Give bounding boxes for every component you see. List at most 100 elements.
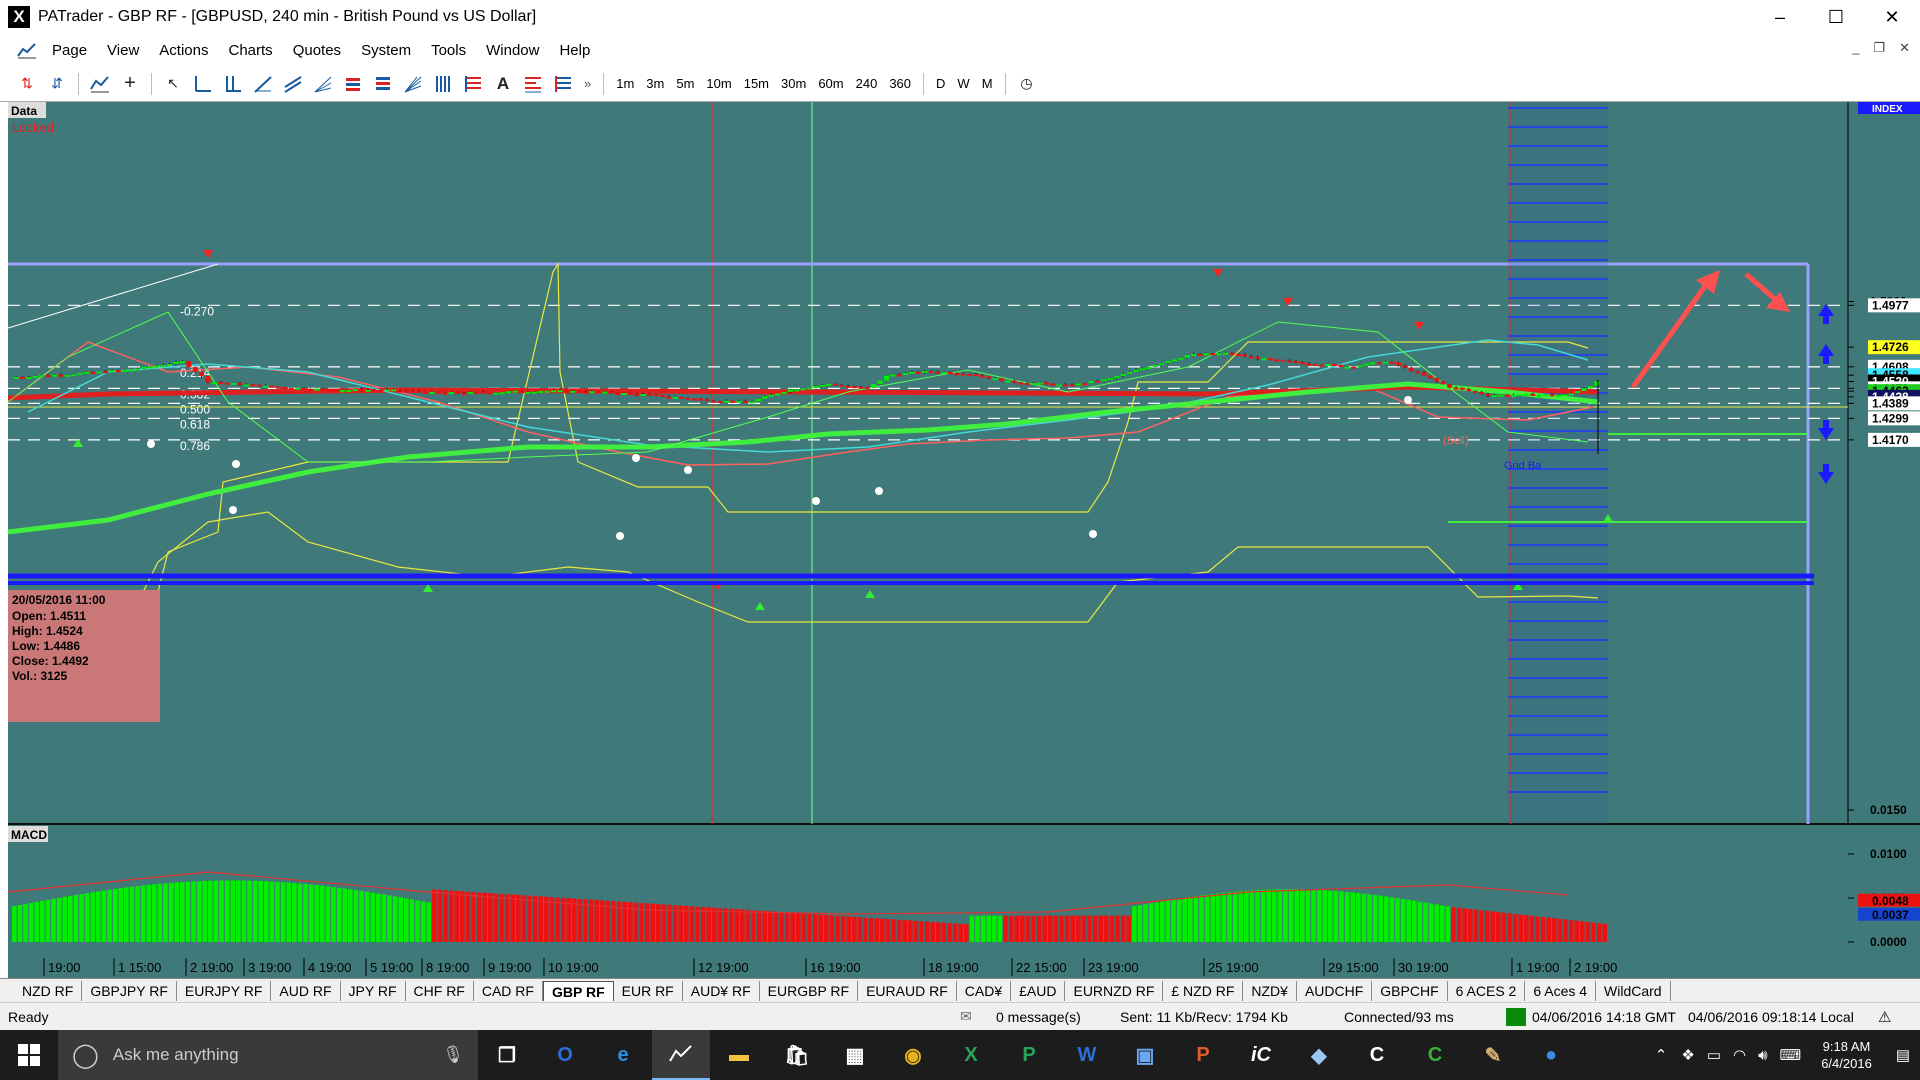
timeframe-1m[interactable]: 1m	[610, 76, 640, 91]
macd-bar[interactable]	[454, 890, 459, 942]
calculator-icon[interactable]: ▦	[826, 1030, 884, 1080]
macd-bar[interactable]	[1568, 920, 1574, 942]
candle[interactable]	[999, 377, 1005, 382]
macd-bar[interactable]	[544, 896, 549, 942]
macd-bar[interactable]	[969, 915, 975, 942]
macd-bar[interactable]	[1031, 915, 1036, 942]
macd-bar[interactable]	[1188, 897, 1193, 942]
macd-bar[interactable]	[1344, 891, 1350, 942]
macd-bar[interactable]	[751, 910, 756, 942]
macd-bar[interactable]	[1300, 889, 1305, 942]
candle[interactable]	[512, 390, 518, 393]
macd-bar[interactable]	[471, 892, 476, 942]
project-icon[interactable]: P	[1000, 1030, 1058, 1080]
chart-svg[interactable]: Data Locked INDEX -0.2700.2140.3820.5000…	[7, 102, 1920, 978]
candle[interactable]	[1370, 362, 1376, 365]
pitchfork-icon[interactable]	[520, 71, 546, 97]
timeframe-30m[interactable]: 30m	[775, 76, 812, 91]
timeframe-5m[interactable]: 5m	[670, 76, 700, 91]
macd-bar[interactable]	[264, 881, 269, 942]
symbol-tab[interactable]: NZD¥	[1243, 980, 1297, 1001]
symbol-tab[interactable]: CAD¥	[957, 980, 1012, 1001]
macd-bar[interactable]	[1496, 912, 1501, 942]
candle[interactable]	[595, 390, 601, 394]
macd-bar[interactable]	[538, 896, 543, 942]
macd-bar[interactable]	[1468, 909, 1473, 942]
macd-bar[interactable]	[1182, 897, 1187, 942]
macd-bar[interactable]	[448, 890, 454, 942]
macd-bar[interactable]	[577, 898, 583, 942]
macd-bar[interactable]	[415, 900, 420, 942]
macd-bar[interactable]	[34, 901, 39, 942]
macd-bar[interactable]	[863, 917, 868, 942]
marker-dot[interactable]	[875, 487, 883, 495]
macd-bar[interactable]	[829, 915, 835, 942]
macd-bar[interactable]	[308, 884, 314, 942]
macd-bar[interactable]	[952, 923, 958, 942]
macd-bar[interactable]	[168, 882, 174, 942]
macd-bar[interactable]	[202, 880, 207, 942]
marker-dot[interactable]	[632, 454, 640, 462]
macd-bar[interactable]	[1428, 903, 1434, 942]
macd-bar[interactable]	[269, 881, 275, 942]
macd-bar[interactable]	[1109, 915, 1115, 942]
macd-bar[interactable]	[465, 891, 471, 942]
candle[interactable]	[1523, 393, 1529, 396]
macd-bar[interactable]	[1064, 915, 1070, 942]
macd-bar[interactable]	[275, 881, 280, 942]
macd-bar[interactable]	[812, 914, 818, 942]
macd-bar[interactable]	[1400, 898, 1406, 942]
candle[interactable]	[1498, 394, 1504, 397]
mail-icon[interactable]: ✉	[960, 1008, 996, 1025]
macd-bar[interactable]	[1260, 889, 1266, 942]
macd-bar[interactable]	[1288, 889, 1294, 942]
macd-bar[interactable]	[1484, 910, 1490, 942]
macd-bar[interactable]	[1591, 922, 1596, 942]
macd-bar[interactable]	[936, 922, 941, 942]
macd-bar[interactable]	[801, 913, 807, 942]
symbol-tab[interactable]: EURNZD RF	[1065, 980, 1164, 1001]
more-tools-button[interactable]: »	[578, 76, 597, 91]
macd-bar[interactable]	[1227, 892, 1232, 942]
macd-bar[interactable]	[1333, 890, 1339, 942]
macd-bar[interactable]	[1160, 901, 1165, 942]
macd-bar[interactable]	[213, 880, 219, 942]
macd-bar[interactable]	[986, 915, 991, 942]
candle[interactable]	[39, 375, 45, 378]
macd-bar[interactable]	[868, 917, 874, 942]
menu-view[interactable]: View	[97, 42, 149, 59]
macd-bar[interactable]	[1255, 890, 1260, 942]
macd-bar[interactable]	[476, 892, 482, 942]
indicator-icon[interactable]	[87, 71, 113, 97]
macd-bar[interactable]	[779, 912, 784, 942]
macd-bar[interactable]	[219, 880, 224, 942]
candle[interactable]	[1338, 364, 1344, 367]
macd-bar[interactable]	[510, 894, 515, 942]
symbol-tab[interactable]: EURGBP RF	[760, 980, 859, 1001]
symbol-tab[interactable]: AUD RF	[271, 980, 341, 1001]
macd-bar[interactable]	[1406, 899, 1411, 942]
symbol-tab[interactable]: CHF RF	[406, 980, 474, 1001]
macd-bar[interactable]	[1384, 896, 1389, 942]
candle[interactable]	[871, 383, 877, 389]
macd-bar[interactable]	[796, 913, 801, 942]
keyboard-icon[interactable]: ⌨	[1774, 1046, 1808, 1064]
candle[interactable]	[333, 390, 339, 393]
macd-bar[interactable]	[728, 908, 734, 942]
macd-bar[interactable]	[23, 903, 28, 942]
macd-bar[interactable]	[1098, 915, 1103, 942]
macd-bar[interactable]	[1445, 906, 1451, 942]
macd-bar[interactable]	[1008, 915, 1014, 942]
macd-bar[interactable]	[1210, 894, 1215, 942]
price-axis[interactable]	[1848, 102, 1920, 824]
macd-bar[interactable]	[224, 880, 230, 942]
macd-bar[interactable]	[437, 889, 443, 942]
macd-bar[interactable]	[1372, 894, 1378, 942]
macd-bar[interactable]	[773, 911, 779, 942]
marker-dot[interactable]	[1404, 396, 1412, 404]
macd-bar[interactable]	[208, 880, 213, 942]
macd-bar[interactable]	[583, 899, 588, 942]
macd-bar[interactable]	[1311, 889, 1316, 942]
macd-bar[interactable]	[958, 923, 963, 942]
candle[interactable]	[883, 375, 889, 381]
